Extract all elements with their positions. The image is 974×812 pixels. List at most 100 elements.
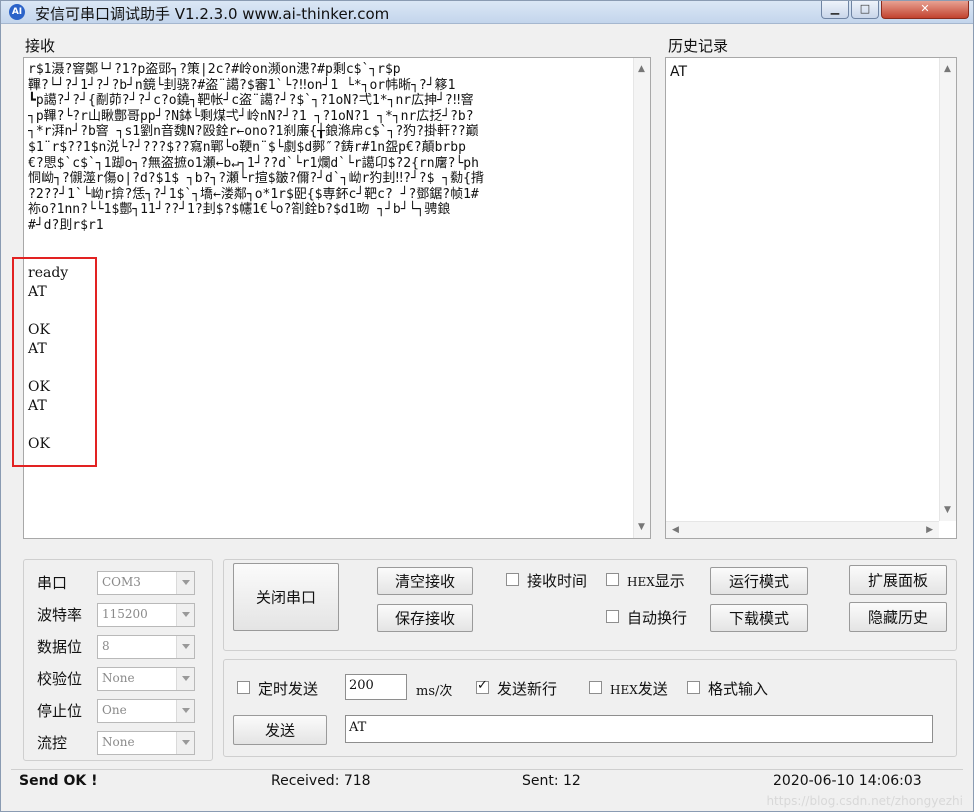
port-value: COM3 [102,575,141,589]
hex-send-label: HEX发送 [610,680,668,698]
stopbits-label: 停止位 [37,702,83,720]
scroll-up-icon[interactable]: ▲ [944,64,951,74]
close-icon: ✕ [920,2,930,15]
parity-select[interactable]: None [97,667,195,691]
run-mode-button[interactable]: 运行模式 [710,567,808,595]
auto-wrap-checkbox[interactable] [606,610,619,623]
run-mode-label: 运行模式 [728,572,789,591]
scroll-right-icon[interactable]: ▶ [926,525,933,535]
databits-label: 数据位 [37,638,83,656]
download-mode-button[interactable]: 下载模式 [710,604,808,632]
serial-assistant-window: AI 安信可串口调试助手 V1.2.3.0 www.ai-thinker.com… [0,0,974,812]
flow-select[interactable]: None [97,731,195,755]
receive-label: 接收 [25,37,56,55]
format-input-checkbox[interactable] [687,681,700,694]
scroll-left-icon[interactable]: ◀ [672,525,679,535]
history-vertical-scrollbar[interactable]: ▲ ▼ [939,58,956,521]
receive-garbled-line: ┗p譪?┘?┘{劀茆?┘?┘c?o鐃┐靶帐┘c盗¨譪?┘?$`┐?1oN?弌1*… [28,93,474,109]
receive-garbled-line: #┘d?刞r$r1 [28,217,104,233]
chevron-down-icon[interactable] [176,604,194,626]
receive-garbled-line: €?愳$`c$`┐1踋o┐?無盗摭o1瀬←b↵┐1┘??d`└r1爛d`└r譪卬… [28,155,479,171]
chevron-down-icon[interactable] [176,700,194,722]
receive-garbled-line: r$1滠?窨鄭└┘?1?p盗郖┐?策|2c?#岭on濒on漶?#p剩c$`┐r$… [28,62,401,77]
chevron-down-icon[interactable] [176,732,194,754]
baud-label: 波特率 [37,606,83,624]
history-list[interactable]: AT ▲ ▼ ◀ ▶ [665,57,957,539]
receive-time-checkbox[interactable] [506,573,519,586]
sent-count: Sent: 12 [522,773,581,789]
close-port-label: 关闭串口 [255,588,316,607]
send-button[interactable]: 发送 [233,715,327,745]
expand-panel-button[interactable]: 扩展面板 [849,565,947,595]
send-status: Send OK ! [19,773,98,789]
expand-panel-label: 扩展面板 [867,571,928,590]
history-item[interactable]: AT [670,64,687,80]
stopbits-value: One [102,703,127,717]
highlight-box [12,257,97,467]
app-logo-icon: AI [9,4,25,20]
receive-garbled-line: 袮o?1nn?└└1$鄷┐11┘??┘1?刲$?$幰1€└o?劄銓b?$d1昒 … [28,202,451,218]
baud-value: 115200 [102,607,148,621]
scroll-down-icon[interactable]: ▼ [638,522,645,532]
clear-receive-label: 清空接收 [394,572,455,591]
receive-time-label: 接收时间 [527,572,588,590]
status-datetime: 2020-06-10 14:06:03 [773,773,922,789]
timed-send-label: 定时发送 [258,680,319,698]
received-count: Received: 718 [271,773,371,789]
databits-select[interactable]: 8 [97,635,195,659]
stopbits-select[interactable]: One [97,699,195,723]
hide-history-button[interactable]: 隐藏历史 [849,602,947,632]
receive-garbled-line: ?2??┘1`└岰r揜?恁┐?┘1$`┐墧←溇鄰┐o*1r$巸{$専鈈c┘靶c?… [28,186,479,202]
close-port-button[interactable]: 关闭串口 [233,563,339,631]
receive-garbled-line: 恫岰┐?儭澨r傷o|?d?$1$ ┐b?┐?瀬└r揎$皺?儞?┘d`┐岰r犳刲‼… [28,171,484,187]
receive-garbled-line: ┐*r湃n┘?b窨 ┐s1劉n音魏N?殴銓r←ono?1刹廉{╁鋃滌帍c$`┐?… [28,124,479,140]
minimize-icon: ▁ [830,2,840,15]
flow-label: 流控 [37,734,68,752]
interval-unit-label: ms/次 [416,684,453,699]
minimize-button[interactable]: ▁ [821,1,849,19]
hex-display-label: HEX显示 [627,572,685,590]
history-label: 历史记录 [668,37,729,55]
status-bar: Send OK ! Received: 718 Sent: 12 2020-06… [11,769,963,794]
scroll-up-icon[interactable]: ▲ [638,64,645,74]
hex-display-checkbox[interactable] [606,573,619,586]
send-input-value: AT [349,720,367,735]
hide-history-label: 隐藏历史 [867,608,928,627]
port-select[interactable]: COM3 [97,571,195,595]
parity-value: None [102,671,135,685]
receive-vertical-scrollbar[interactable]: ▲ ▼ [633,58,650,538]
flow-value: None [102,735,135,749]
maximize-icon: □ [859,2,871,15]
port-label: 串口 [37,574,68,592]
chevron-down-icon[interactable] [176,636,194,658]
history-horizontal-scrollbar[interactable]: ◀ ▶ [666,521,939,538]
watermark: https://blog.csdn.net/zhongyezhi [766,794,963,808]
auto-wrap-label: 自动换行 [627,609,688,627]
chevron-down-icon[interactable] [176,668,194,690]
chevron-down-icon[interactable] [176,572,194,594]
save-receive-label: 保存接收 [394,609,455,628]
download-mode-label: 下载模式 [728,609,789,628]
hex-send-checkbox[interactable] [589,681,602,694]
close-button[interactable]: ✕ [881,1,969,19]
interval-input[interactable]: 200 [345,674,407,700]
send-input[interactable]: AT [345,715,933,743]
receive-textarea[interactable]: r$1滠?窨鄭└┘?1?p盗郖┐?策|2c?#岭on濒on漶?#p剩c$`┐r$… [23,57,651,539]
save-receive-button[interactable]: 保存接收 [377,604,473,632]
parity-label: 校验位 [37,670,83,688]
receive-garbled-line: 鞸?└┘?┘1┘?┘?b┘n鏡└刲骁?#盗¨譪?$審1`└?‼on┘1 └*┐o… [28,77,456,93]
receive-garbled-line: ┐p鞸?└?r山瞅鄷哥pp┘?N鉢└剩煤弌┘岭nN?┘?1 ┐?1oN?1 ┐*… [28,108,474,124]
title-bar: AI 安信可串口调试助手 V1.2.3.0 www.ai-thinker.com… [1,1,973,24]
send-newline-checkbox[interactable] [476,678,489,694]
window-title: 安信可串口调试助手 V1.2.3.0 www.ai-thinker.com [35,5,390,23]
send-label: 发送 [264,721,295,740]
maximize-button[interactable]: □ [851,1,879,19]
databits-value: 8 [102,639,110,653]
baud-select[interactable]: 115200 [97,603,195,627]
format-input-label: 格式输入 [708,680,769,698]
scroll-down-icon[interactable]: ▼ [944,505,951,515]
clear-receive-button[interactable]: 清空接收 [377,567,473,595]
receive-garbled-line: $1¨r$??1$n涚└?┘???$??寫n鄲└o鞕n¨$└劇$d鄸″?鋳r#1… [28,139,466,155]
timed-send-checkbox[interactable] [237,681,250,694]
interval-value: 200 [349,678,374,693]
